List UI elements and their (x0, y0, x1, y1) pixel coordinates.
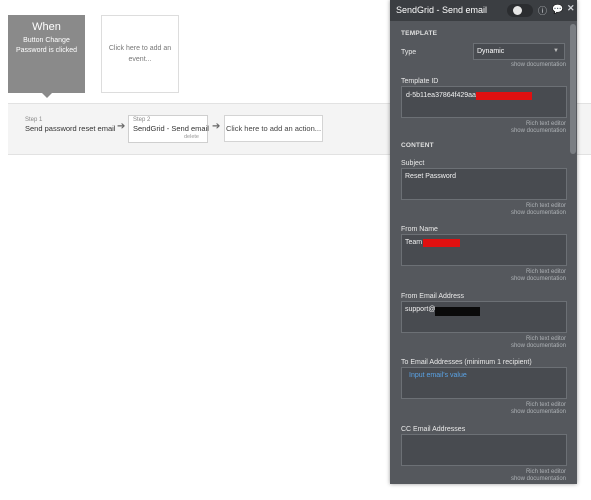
toggle-knob (513, 6, 522, 15)
arrow-right-icon: ➔ (212, 121, 221, 132)
from-name-doc[interactable]: show documentation (396, 276, 566, 282)
cc-email-label: CC Email Addresses (401, 426, 466, 433)
event-title: When (32, 21, 61, 33)
add-action-button[interactable]: Click here to add an action... (224, 115, 323, 142)
add-event-card[interactable]: Click here to add an event... (101, 15, 179, 93)
from-email-doc[interactable]: show documentation (396, 343, 566, 349)
event-subtitle: Button Change Password is clicked (15, 37, 78, 54)
redaction (435, 307, 480, 316)
type-value: Dynamic (477, 48, 505, 55)
template-id-field[interactable] (401, 86, 567, 118)
event-pointer (41, 92, 53, 98)
from-email-rte[interactable]: Rich text editor (396, 336, 566, 342)
info-icon[interactable]: ⓘ (538, 4, 547, 17)
subject-doc[interactable]: show documentation (396, 210, 566, 216)
add-action-label: Click here to add an action... (225, 124, 322, 133)
step-2-number: Step 2 (133, 117, 151, 123)
from-email-value: support@ (405, 306, 436, 313)
from-email-label: From Email Address (401, 293, 465, 300)
cc-email-field[interactable] (401, 434, 567, 466)
subject-label: Subject (401, 160, 425, 167)
cc-email-rte[interactable]: Rich text editor (396, 469, 566, 475)
delete-step-link[interactable]: delete (184, 134, 199, 140)
template-id-label: Template ID (401, 78, 439, 85)
arrow-right-icon: ➔ (117, 121, 126, 132)
type-doc-link[interactable]: show documentation (396, 62, 566, 68)
section-content: CONTENT (401, 142, 434, 149)
section-template: TEMPLATE (401, 30, 438, 37)
chevron-down-icon: ▼ (553, 48, 559, 54)
comment-icon[interactable]: 💬 (552, 4, 563, 15)
subject-rte[interactable]: Rich text editor (396, 203, 566, 209)
cc-email-doc[interactable]: show documentation (396, 476, 566, 482)
subject-value: Reset Password (405, 173, 456, 180)
template-id-doc[interactable]: show documentation (396, 128, 566, 134)
from-name-label: From Name (401, 226, 438, 233)
step-1-label[interactable]: Send password reset email (25, 124, 115, 133)
template-id-rte[interactable]: Rich text editor (396, 121, 566, 127)
to-email-label: To Email Addresses (minimum 1 recipient) (401, 359, 532, 366)
step-2-label: SendGrid - Send email (133, 124, 209, 133)
panel-scrollbar[interactable] (570, 24, 576, 154)
from-name-value: Team (405, 239, 423, 246)
redaction (423, 239, 460, 247)
panel-title: SendGrid - Send email (396, 5, 488, 15)
type-label: Type (401, 49, 417, 56)
add-event-label: Click here to add an event... (108, 45, 172, 63)
to-email-doc[interactable]: show documentation (396, 409, 566, 415)
step-1-number: Step 1 (25, 117, 43, 123)
redaction (476, 92, 532, 100)
event-card-when[interactable]: When Button Change Password is clicked (8, 15, 85, 93)
to-email-dynamic-value[interactable]: Input email's value (409, 372, 467, 379)
from-name-rte[interactable]: Rich text editor (396, 269, 566, 275)
to-email-rte[interactable]: Rich text editor (396, 402, 566, 408)
template-id-value: d-5b11ea37864f429aa (406, 92, 476, 99)
close-icon[interactable]: ✕ (567, 3, 575, 14)
